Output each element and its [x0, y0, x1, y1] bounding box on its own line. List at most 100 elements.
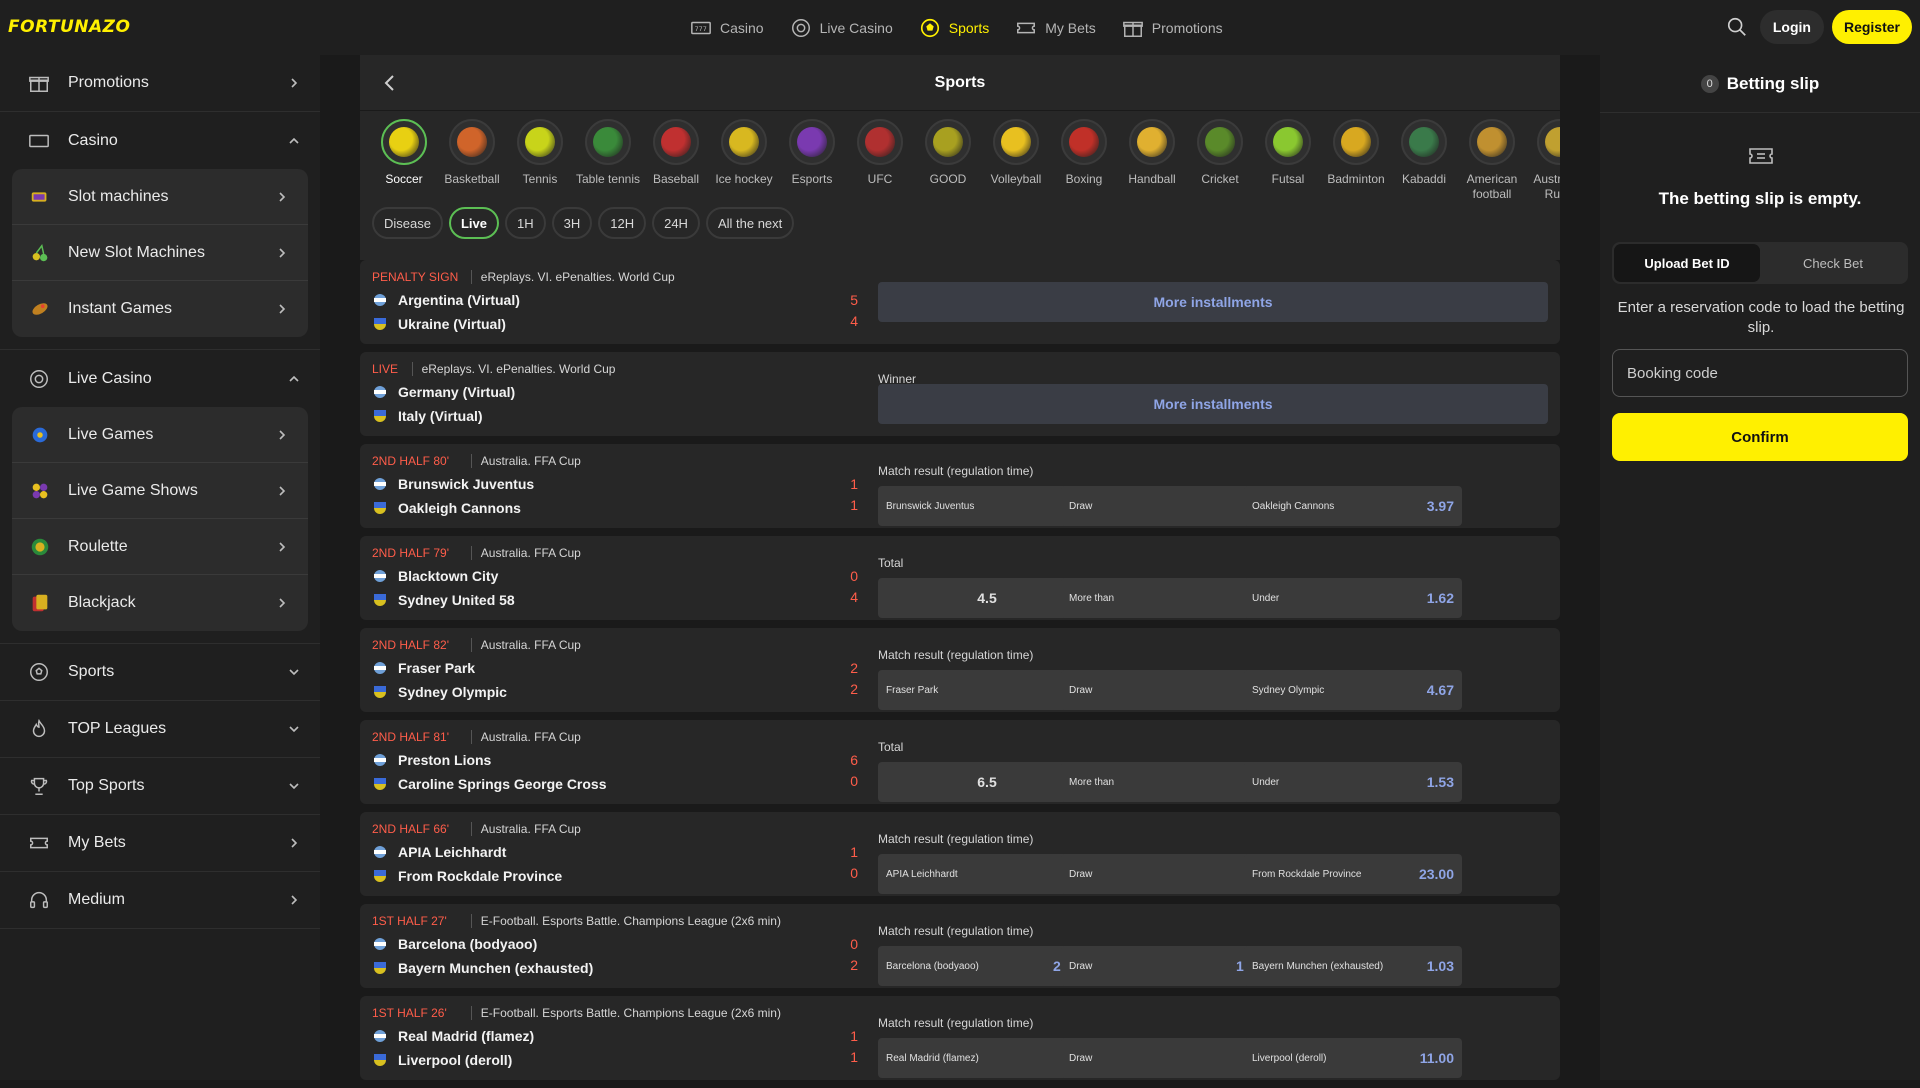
- odd-button[interactable]: Bayern Munchen (exhausted) 1.03: [1244, 946, 1462, 986]
- odd-button[interactable]: Under 1.53: [1244, 762, 1462, 802]
- tab-check-bet[interactable]: Check Bet: [1760, 244, 1906, 282]
- register-button[interactable]: Register: [1831, 10, 1912, 44]
- search-icon[interactable]: [1722, 12, 1752, 42]
- category-item[interactable]: Basketball: [438, 119, 506, 202]
- brand-logo[interactable]: FORTUNAZO: [8, 17, 130, 37]
- category-item[interactable]: GOOD: [914, 119, 982, 202]
- odd-label: Draw: [1069, 500, 1093, 512]
- sidebar-item-live-game-shows[interactable]: Live Game Shows: [12, 463, 308, 519]
- sidebar-item-roulette[interactable]: Roulette: [12, 519, 308, 575]
- event-card[interactable]: PENALTY SIGN eReplays. VI. ePenalties. Wo…: [360, 260, 1560, 344]
- category-item[interactable]: Baseball: [642, 119, 710, 202]
- odd-button[interactable]: Under 1.62: [1244, 578, 1462, 618]
- sidebar-item-slot-machines[interactable]: Slot machines: [12, 169, 308, 225]
- sidebar-item-live-casino[interactable]: Live Casino: [0, 350, 320, 407]
- filter-chip[interactable]: 3H: [551, 207, 593, 239]
- category-label: American football: [1466, 172, 1518, 201]
- sidebar-item-label: Live Games: [68, 425, 154, 443]
- nav-promotions[interactable]: Promotions: [1122, 17, 1223, 39]
- category-item[interactable]: Cricket: [1186, 119, 1254, 202]
- category-item[interactable]: UFC: [846, 119, 914, 202]
- category-item[interactable]: Kabaddi: [1390, 119, 1458, 202]
- category-item[interactable]: Badminton: [1322, 119, 1390, 202]
- odd-label: Bayern Munchen (exhausted): [1252, 960, 1384, 972]
- event-status: PENALTY SIGN: [372, 270, 459, 284]
- event-card[interactable]: 2ND HALF 66' Australia. FFA Cup APIA Leich…: [360, 812, 1560, 896]
- nav-live-casino[interactable]: Live Casino: [790, 17, 893, 39]
- event-card[interactable]: 2ND HALF 82' Australia. FFA Cup Fraser Par…: [360, 628, 1560, 712]
- category-item[interactable]: American football: [1458, 119, 1526, 202]
- sidebar-item-blackjack[interactable]: Blackjack: [12, 575, 308, 631]
- filter-chip[interactable]: All the next: [705, 207, 795, 239]
- nav-my-bets[interactable]: My Bets: [1015, 17, 1096, 39]
- sport-icon: [721, 119, 767, 165]
- sidebar-item-top-sports[interactable]: Top Sports: [0, 758, 320, 815]
- odd-button[interactable]: Liverpool (deroll) 11.00: [1244, 1038, 1462, 1078]
- booking-code-input[interactable]: [1612, 349, 1908, 397]
- category-item[interactable]: Table tennis: [574, 119, 642, 202]
- event-card[interactable]: LIVE eReplays. VI. ePenalties. World Cup G…: [360, 352, 1560, 436]
- more-installments-button[interactable]: More installments: [878, 384, 1548, 424]
- home-team: APIA Leichhardt: [372, 844, 506, 860]
- filter-chip[interactable]: 12H: [598, 207, 647, 239]
- sports-main: Sports Soccer Basketball Tennis Table tenni…: [360, 55, 1560, 260]
- rocket-icon: [28, 297, 52, 321]
- category-item[interactable]: Handball: [1118, 119, 1186, 202]
- category-item[interactable]: Boxing: [1050, 119, 1118, 202]
- sidebar-item-new-slot-machines[interactable]: New Slot Machines: [12, 225, 308, 281]
- confirm-button[interactable]: Confirm: [1612, 413, 1908, 461]
- more-installments-button[interactable]: More installments: [878, 282, 1548, 322]
- nav-casino[interactable]: 777 Casino: [690, 17, 764, 39]
- tab-upload-bet-id[interactable]: Upload Bet ID: [1614, 244, 1760, 282]
- event-league: eReplays. VI. ePenalties. World Cup: [480, 270, 675, 284]
- event-card[interactable]: 2ND HALF 81' Australia. FFA Cup Preston Li…: [360, 720, 1560, 804]
- category-item[interactable]: Esports: [778, 119, 846, 202]
- team-name: Brunswick Juventus: [398, 476, 535, 492]
- filter-chip[interactable]: Live: [448, 207, 499, 239]
- sidebar-item-top-leagues[interactable]: TOP Leagues: [0, 701, 320, 758]
- event-status: LIVE: [372, 362, 399, 376]
- chevron-down-icon: [289, 783, 299, 790]
- odd-button[interactable]: From Rockdale Province 23.00: [1244, 854, 1462, 894]
- home-score: 0: [850, 936, 858, 952]
- category-item[interactable]: Tennis: [506, 119, 574, 202]
- nav-sports[interactable]: Sports: [919, 17, 989, 39]
- chevron-right-icon: [291, 895, 298, 905]
- sidebar-item-live-games[interactable]: Live Games: [12, 407, 308, 463]
- back-arrow-icon[interactable]: [378, 71, 402, 95]
- event-card[interactable]: 2ND HALF 79' Australia. FFA Cup Blacktown …: [360, 536, 1560, 620]
- sidebar-item-instant-games[interactable]: Instant Games: [12, 281, 308, 337]
- filter-chip[interactable]: 1H: [504, 207, 546, 239]
- away-team: Italy (Virtual): [372, 408, 483, 424]
- team-logo-icon: [372, 500, 388, 516]
- home-team: Real Madrid (flamez): [372, 1028, 534, 1044]
- category-item[interactable]: Australian Rules: [1526, 119, 1560, 202]
- login-button[interactable]: Login: [1759, 10, 1824, 44]
- sidebar-item-medium[interactable]: Medium: [0, 872, 320, 929]
- filter-chip[interactable]: Disease: [372, 207, 443, 239]
- category-item[interactable]: Volleyball: [982, 119, 1050, 202]
- sidebar-item-sports[interactable]: Sports: [0, 644, 320, 701]
- sidebar-item-casino[interactable]: Casino: [0, 112, 320, 169]
- odd-button[interactable]: Oakleigh Cannons 3.97: [1244, 486, 1462, 526]
- category-item[interactable]: Ice hockey: [710, 119, 778, 202]
- odd-button[interactable]: Sydney Olympic 4.67: [1244, 670, 1462, 710]
- market-title: Match result (regulation time): [878, 464, 1034, 478]
- divider: [470, 454, 472, 468]
- team-name: Bayern Munchen (exhausted): [398, 960, 594, 976]
- odd-label: Under: [1252, 592, 1280, 604]
- sidebar-item-my-bets[interactable]: My Bets: [0, 815, 320, 872]
- event-card[interactable]: 2ND HALF 80' Australia. FFA Cup Brunswick …: [360, 444, 1560, 528]
- category-item[interactable]: Soccer: [370, 119, 438, 202]
- team-name: Italy (Virtual): [398, 408, 483, 424]
- away-score: 0: [850, 773, 858, 789]
- event-card[interactable]: 1ST HALF 26' E-Football. Esports Battle. …: [360, 996, 1560, 1080]
- event-card[interactable]: 1ST HALF 27' E-Football. Esports Battle. …: [360, 904, 1560, 988]
- odd-label: Draw: [1069, 960, 1093, 972]
- sport-icon: [1061, 119, 1107, 165]
- sidebar-item-promotions[interactable]: Promotions: [0, 55, 320, 112]
- filter-chip[interactable]: 24H: [652, 207, 700, 239]
- category-item[interactable]: Futsal: [1254, 119, 1322, 202]
- sport-icon: [381, 119, 427, 165]
- event-league: eReplays. VI. ePenalties. World Cup: [421, 362, 616, 376]
